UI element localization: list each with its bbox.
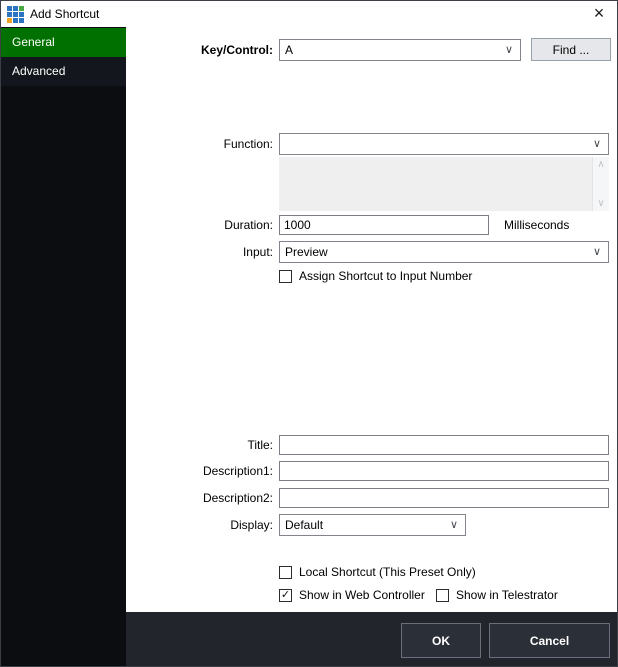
close-icon: × — [594, 3, 605, 23]
input-label: Input: — [129, 241, 273, 263]
local-shortcut-checkbox[interactable]: Local Shortcut (This Preset Only) — [279, 564, 476, 580]
title-label: Title: — [129, 435, 273, 455]
key-control-value: A — [285, 43, 293, 57]
display-combobox[interactable]: Default ∨ — [279, 514, 466, 536]
title-input[interactable] — [279, 435, 609, 455]
description1-label: Description1: — [129, 461, 273, 481]
chevron-down-icon: ∨ — [450, 515, 458, 535]
key-control-combobox[interactable]: A ∨ — [279, 39, 521, 61]
checkbox-box: ✓ — [279, 589, 292, 602]
duration-label: Duration: — [129, 215, 273, 235]
chevron-down-icon: ∨ — [593, 242, 601, 262]
checkbox-label: Show in Telestrator — [456, 588, 558, 602]
key-control-label: Key/Control: — [129, 39, 273, 61]
app-icon — [7, 6, 24, 23]
chevron-down-icon: ∨ — [505, 40, 513, 60]
app-icon-square — [7, 18, 12, 23]
description2-input[interactable] — [279, 488, 609, 508]
app-icon-square — [13, 18, 18, 23]
cancel-button[interactable]: Cancel — [489, 623, 610, 658]
close-button[interactable]: × — [583, 1, 615, 27]
panel-scrollbar[interactable]: ∧ ∨ — [592, 157, 609, 211]
function-combobox[interactable]: ∨ — [279, 133, 609, 155]
app-icon-square — [19, 12, 24, 17]
add-shortcut-dialog: Add Shortcut × General Advanced Key/Cont… — [0, 0, 618, 667]
app-icon-square — [19, 18, 24, 23]
description2-label: Description2: — [129, 488, 273, 508]
app-icon-square — [19, 6, 24, 11]
show-web-controller-checkbox[interactable]: ✓ Show in Web Controller — [279, 587, 425, 603]
sidebar-item-advanced[interactable]: Advanced — [1, 57, 126, 86]
checkbox-box — [279, 270, 292, 283]
display-value: Default — [285, 518, 323, 532]
milliseconds-label: Milliseconds — [504, 215, 569, 235]
window-title: Add Shortcut — [30, 1, 99, 27]
app-icon-square — [7, 12, 12, 17]
scroll-down-icon[interactable]: ∨ — [593, 198, 609, 209]
input-combobox[interactable]: Preview ∨ — [279, 241, 609, 263]
checkbox-box — [279, 566, 292, 579]
show-telestrator-checkbox[interactable]: Show in Telestrator — [436, 587, 558, 603]
checkbox-label: Show in Web Controller — [299, 588, 425, 602]
checkmark-icon: ✓ — [281, 590, 290, 601]
checkbox-label: Local Shortcut (This Preset Only) — [299, 565, 476, 579]
function-description-panel[interactable]: ∧ ∨ — [279, 157, 609, 211]
display-label: Display: — [129, 514, 273, 536]
find-button[interactable]: Find ... — [531, 38, 611, 61]
app-icon-square — [13, 6, 18, 11]
description1-input[interactable] — [279, 461, 609, 481]
chevron-down-icon: ∨ — [593, 134, 601, 154]
app-icon-square — [7, 6, 12, 11]
scroll-up-icon[interactable]: ∧ — [593, 159, 609, 170]
function-label: Function: — [129, 133, 273, 155]
sidebar: General Advanced — [1, 27, 126, 666]
input-value: Preview — [285, 245, 328, 259]
assign-input-number-checkbox[interactable]: Assign Shortcut to Input Number — [279, 268, 472, 284]
duration-input[interactable] — [279, 215, 489, 235]
checkbox-label: Assign Shortcut to Input Number — [299, 269, 472, 283]
titlebar: Add Shortcut × — [1, 1, 617, 27]
app-icon-square — [13, 12, 18, 17]
ok-button[interactable]: OK — [401, 623, 481, 658]
checkbox-box — [436, 589, 449, 602]
sidebar-item-general[interactable]: General — [1, 28, 126, 57]
dialog-footer: OK Cancel — [126, 612, 617, 666]
